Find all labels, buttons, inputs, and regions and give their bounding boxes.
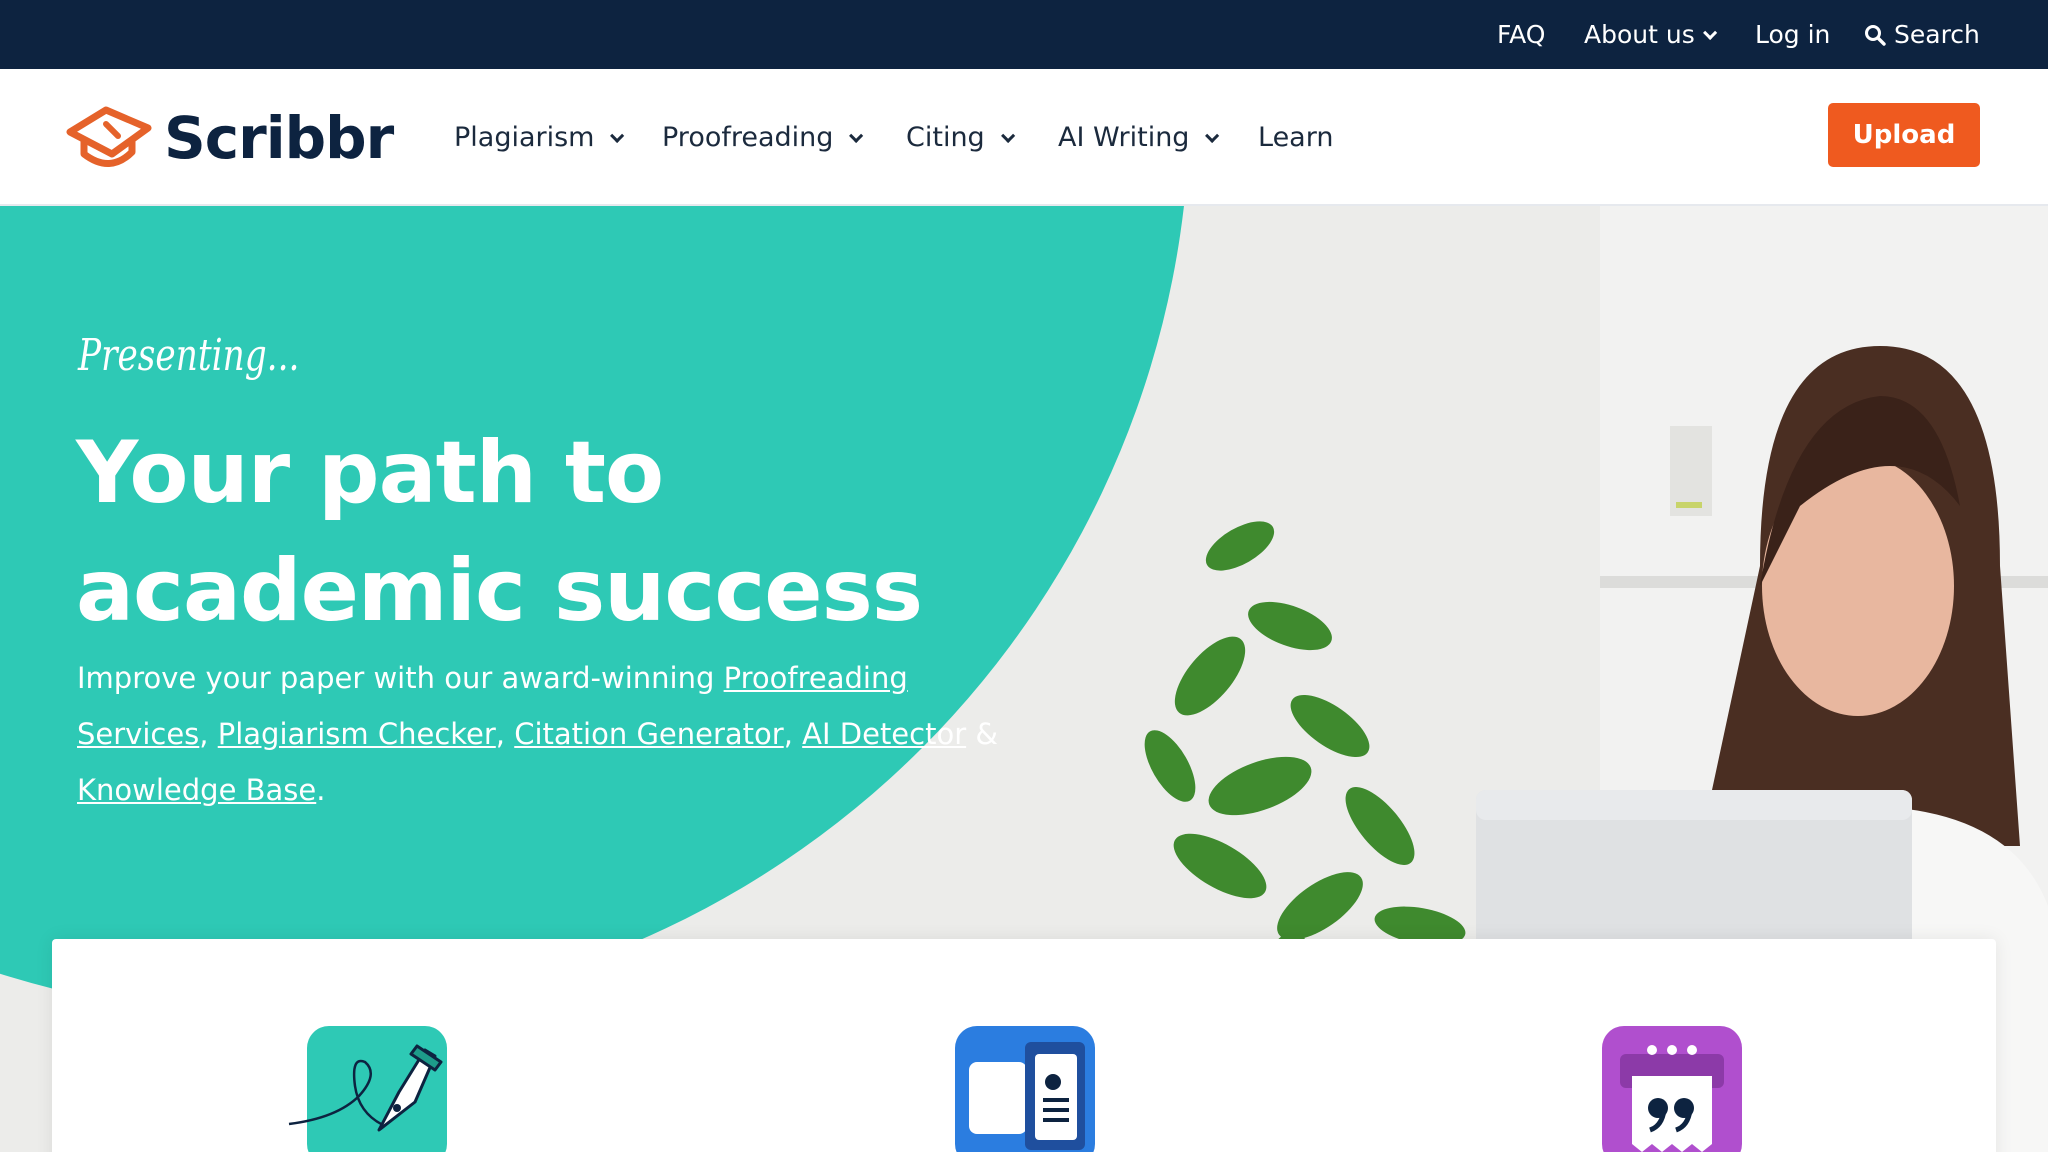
upload-button[interactable]: Upload [1828, 103, 1980, 167]
login-link[interactable]: Log in [1755, 0, 1830, 69]
scribbr-logo[interactable]: Scribbr [66, 100, 394, 176]
chevron-down-icon [1205, 128, 1220, 143]
separator-period: . [316, 773, 326, 807]
nav-learn-label: Learn [1258, 122, 1334, 153]
hero-description-prefix: Improve your paper with our award-winnin… [77, 661, 715, 695]
chevron-down-icon [1702, 25, 1717, 40]
graduation-cap-logo-icon [66, 106, 152, 167]
document-compare-icon[interactable] [955, 1026, 1095, 1152]
separator-ampersand: & [975, 717, 998, 751]
knowledge-base-link[interactable]: Knowledge Base [77, 773, 316, 807]
search-button[interactable]: Search [1864, 0, 1980, 69]
product-card [52, 939, 1996, 1152]
headline-line-2: academic success [76, 541, 923, 641]
quote-generator-icon[interactable] [1602, 1026, 1742, 1152]
nav-plagiarism-label: Plagiarism [454, 122, 595, 153]
ai-detector-link[interactable]: AI Detector [802, 717, 966, 751]
logo-wordmark: Scribbr [164, 104, 394, 172]
about-us-menu[interactable]: About us [1584, 0, 1717, 69]
citation-generator-link[interactable]: Citation Generator [514, 717, 783, 751]
login-label: Log in [1755, 20, 1831, 49]
nav-citing-label: Citing [906, 122, 985, 153]
pen-signature-icon[interactable] [288, 1026, 447, 1152]
headline-line-1: Your path to [76, 423, 664, 523]
nav-ai-writing-label: AI Writing [1058, 122, 1190, 153]
top-utility-bar: FAQ About us Log in Search [0, 0, 2048, 69]
about-us-label: About us [1584, 20, 1695, 49]
plagiarism-checker-link[interactable]: Plagiarism Checker [218, 717, 496, 751]
hero-description: Improve your paper with our award-winnin… [77, 650, 1037, 818]
chevron-down-icon [610, 128, 625, 143]
faq-label: FAQ [1497, 20, 1546, 49]
nav-citing[interactable]: Citing [906, 69, 1015, 206]
chevron-down-icon [849, 128, 864, 143]
nav-learn[interactable]: Learn [1258, 69, 1333, 206]
hero-tagline: Presenting... [78, 330, 300, 381]
nav-proofreading[interactable]: Proofreading [662, 69, 864, 206]
hero-headline: Your path to academic success [76, 414, 1076, 650]
separator-comma: , [495, 717, 506, 751]
nav-proofreading-label: Proofreading [662, 122, 834, 153]
chevron-down-icon [1000, 128, 1015, 143]
nav-ai-writing[interactable]: AI Writing [1058, 69, 1220, 206]
search-icon [1865, 24, 1886, 46]
search-label: Search [1894, 20, 1980, 49]
main-header: Scribbr Plagiarism Proofreading Citing A… [0, 69, 2048, 206]
separator-comma: , [783, 717, 793, 751]
nav-plagiarism[interactable]: Plagiarism [454, 69, 625, 206]
separator-comma: , [199, 717, 209, 751]
faq-link[interactable]: FAQ [1497, 0, 1545, 69]
